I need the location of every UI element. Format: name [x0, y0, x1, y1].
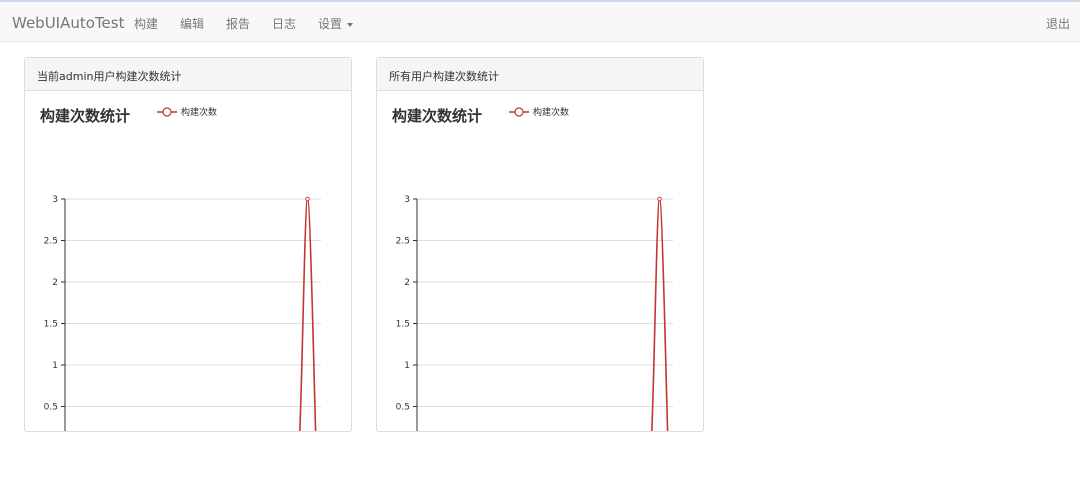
series-line: [299, 198, 317, 431]
build-count-chart: 构建次数统计构建次数00.511.522.535/135/175/215/255…: [392, 106, 673, 431]
nav-settings[interactable]: 设置: [318, 15, 354, 32]
y-tick-label: 1.5: [396, 320, 410, 330]
y-tick-label: 1: [404, 361, 410, 371]
panel-title: 当前admin用户构建次数统计: [25, 58, 351, 91]
y-tick-label: 3: [52, 195, 58, 205]
legend-marker: [162, 107, 172, 117]
build-count-chart: 构建次数统计构建次数00.511.522.535/135/175/215/255…: [40, 106, 321, 431]
nav-settings-label: 设置: [318, 17, 343, 31]
y-tick-label: 0.5: [396, 403, 410, 413]
logout-link[interactable]: 退出: [1046, 15, 1070, 32]
chart-title: 构建次数统计: [392, 107, 482, 125]
legend-label: 构建次数: [181, 106, 217, 118]
y-tick-label: 2.5: [44, 237, 58, 247]
y-tick-label: 2: [404, 278, 410, 288]
y-tick-label: 1: [52, 361, 58, 371]
data-point: [657, 196, 662, 202]
panel-all-builds: 所有用户构建次数统计 构建次数统计构建次数00.511.522.535/135/…: [376, 57, 704, 432]
y-tick-label: 2.5: [396, 237, 410, 247]
y-tick-label: 2: [52, 278, 58, 288]
chart-title: 构建次数统计: [40, 107, 130, 125]
series-line: [651, 198, 669, 431]
nav-log[interactable]: 日志: [272, 15, 296, 32]
nav-build[interactable]: 构建: [134, 15, 158, 32]
nav-report[interactable]: 报告: [226, 15, 250, 32]
y-tick-label: 0.5: [44, 403, 58, 413]
panel-title: 所有用户构建次数统计: [377, 58, 703, 91]
nav-edit[interactable]: 编辑: [180, 15, 204, 32]
y-tick-label: 1.5: [44, 320, 58, 330]
navbar: WebUIAutoTest 构建 编辑 报告 日志 设置 退出: [0, 0, 1080, 42]
caret-down-icon: [347, 22, 354, 27]
data-point: [305, 196, 310, 202]
legend-marker: [514, 107, 524, 117]
brand-link[interactable]: WebUIAutoTest: [12, 14, 124, 32]
y-tick-label: 3: [404, 195, 410, 205]
panel-admin-builds: 当前admin用户构建次数统计 构建次数统计构建次数00.511.522.535…: [24, 57, 352, 432]
legend-label: 构建次数: [533, 106, 569, 118]
